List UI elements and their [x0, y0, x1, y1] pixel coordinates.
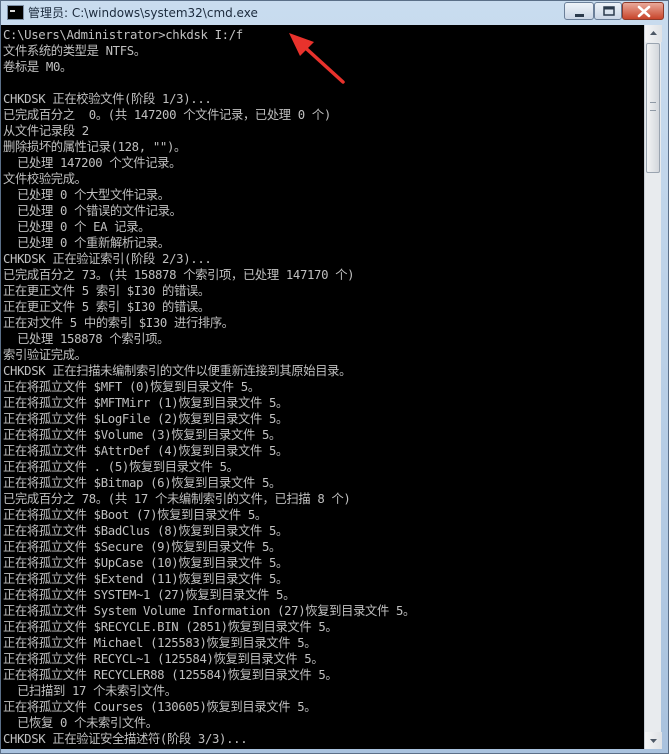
console-line: C:\Users\Administrator>chkdsk I:/f	[3, 28, 243, 42]
console-line: 正在将孤立文件 $MFT (0)恢复到目录文件 5。	[3, 380, 260, 394]
scroll-up-button[interactable]	[645, 25, 662, 42]
console-output[interactable]: C:\Users\Administrator>chkdsk I:/f 文件系统的类…	[3, 27, 415, 747]
console-line: 已完成百分之 73。(共 158878 个索引项，已处理 147170 个)	[3, 268, 355, 282]
window-title: 管理员: C:\windows\system32\cmd.exe	[28, 6, 258, 20]
vertical-scrollbar[interactable]	[644, 25, 662, 749]
console-line: 删除损坏的属性记录(128, "")。	[3, 140, 186, 154]
console-line: 正在对文件 5 中的索引 $I30 进行排序。	[3, 316, 234, 330]
console-line: 正在将孤立文件 $UpCase (10)恢复到目录文件 5。	[3, 556, 289, 570]
console-line: 已处理 0 个错误的文件记录。	[3, 204, 182, 218]
console-line: 卷标是 M0。	[3, 60, 72, 74]
console-line: CHKDSK 正在验证索引(阶段 2/3)...	[3, 252, 212, 266]
console-line: 已处理 0 个重新解析记录。	[3, 236, 170, 250]
console-line: 已处理 147200 个文件记录。	[3, 156, 182, 170]
console-line: 已完成百分之 0。(共 147200 个文件记录，已处理 0 个)	[3, 108, 331, 122]
console-line: 正在将孤立文件 Courses (130605)恢复到目录文件 5。	[3, 700, 317, 714]
console-line: 已处理 0 个大型文件记录。	[3, 188, 170, 202]
console-line: 已完成百分之 78。(共 17 个未编制索引的文件，已扫描 8 个)	[3, 492, 351, 506]
console-line: 正在将孤立文件 System Volume Information (27)恢复…	[3, 604, 415, 618]
title-bar[interactable]: 管理员: C:\windows\system32\cmd.exe	[1, 1, 668, 25]
console-line: 正在将孤立文件 SYSTEM~1 (27)恢复到目录文件 5。	[3, 588, 296, 602]
cmd-icon[interactable]	[7, 5, 24, 20]
close-icon	[637, 5, 651, 18]
console-line: 正在将孤立文件 $Volume (3)恢复到目录文件 5。	[3, 428, 281, 442]
console-line: 正在将孤立文件 $Boot (7)恢复到目录文件 5。	[3, 508, 267, 522]
maximize-button[interactable]	[594, 2, 622, 20]
console-line: 正在将孤立文件 . (5)恢复到目录文件 5。	[3, 460, 239, 474]
console-line: 正在更正文件 5 索引 $I30 的错误。	[3, 300, 210, 314]
console-line: 正在将孤立文件 Michael (125583)恢复到目录文件 5。	[3, 636, 317, 650]
maximize-icon	[603, 6, 615, 16]
console-line: 正在将孤立文件 $Bitmap (6)恢复到目录文件 5。	[3, 476, 281, 490]
console-line: 正在更正文件 5 索引 $I30 的错误。	[3, 284, 210, 298]
console-line: 文件系统的类型是 NTFS。	[3, 44, 146, 58]
cmd-window: 管理员: C:\windows\system32\cmd.exe C:\User…	[0, 0, 669, 754]
console-line: 正在将孤立文件 RECYCL~1 (125584)恢复到目录文件 5。	[3, 652, 324, 666]
console-line: 正在将孤立文件 $RECYCLE.BIN (2851)恢复到目录文件 5。	[3, 620, 338, 634]
console-line: 已处理 158878 个索引项。	[3, 332, 170, 346]
console-line: 已扫描到 17 个未索引文件。	[3, 684, 177, 698]
console-line: 正在将孤立文件 $BadClus (8)恢复到目录文件 5。	[3, 524, 289, 538]
console-line: CHKDSK 正在校验文件(阶段 1/3)...	[3, 92, 212, 106]
console-line: 正在将孤立文件 $MFTMirr (1)恢复到目录文件 5。	[3, 396, 289, 410]
close-button[interactable]	[622, 2, 664, 20]
scroll-thumb[interactable]	[646, 43, 660, 173]
console-line: 从文件记录段 2	[3, 124, 89, 138]
console-line: 文件校验完成。	[3, 172, 87, 186]
console-line: 已恢复 0 个未索引文件。	[3, 716, 158, 730]
chevron-down-icon	[650, 739, 657, 743]
console-line: 正在将孤立文件 $Extend (11)恢复到目录文件 5。	[3, 572, 289, 586]
console-line: 正在将孤立文件 $Secure (9)恢复到目录文件 5。	[3, 540, 281, 554]
console-line: 正在将孤立文件 $AttrDef (4)恢复到目录文件 5。	[3, 444, 289, 458]
console-line: CHKDSK 正在扫描未编制索引的文件以便重新连接到其原始目录。	[3, 364, 352, 378]
console-line: 正在将孤立文件 $LogFile (2)恢复到目录文件 5。	[3, 412, 289, 426]
console-line: 已处理 0 个 EA 记录。	[3, 220, 151, 234]
chevron-up-icon	[650, 31, 657, 35]
minimize-icon	[575, 14, 584, 17]
console-area[interactable]: C:\Users\Administrator>chkdsk I:/f 文件系统的类…	[1, 25, 644, 749]
console-line: 索引验证完成。	[3, 348, 87, 362]
scroll-down-button[interactable]	[645, 732, 662, 749]
minimize-button[interactable]	[564, 2, 594, 20]
console-line: 正在将孤立文件 RECYCLER88 (125584)恢复到目录文件 5。	[3, 668, 338, 682]
console-line: CHKDSK 正在验证安全描述符(阶段 3/3)...	[3, 732, 248, 746]
